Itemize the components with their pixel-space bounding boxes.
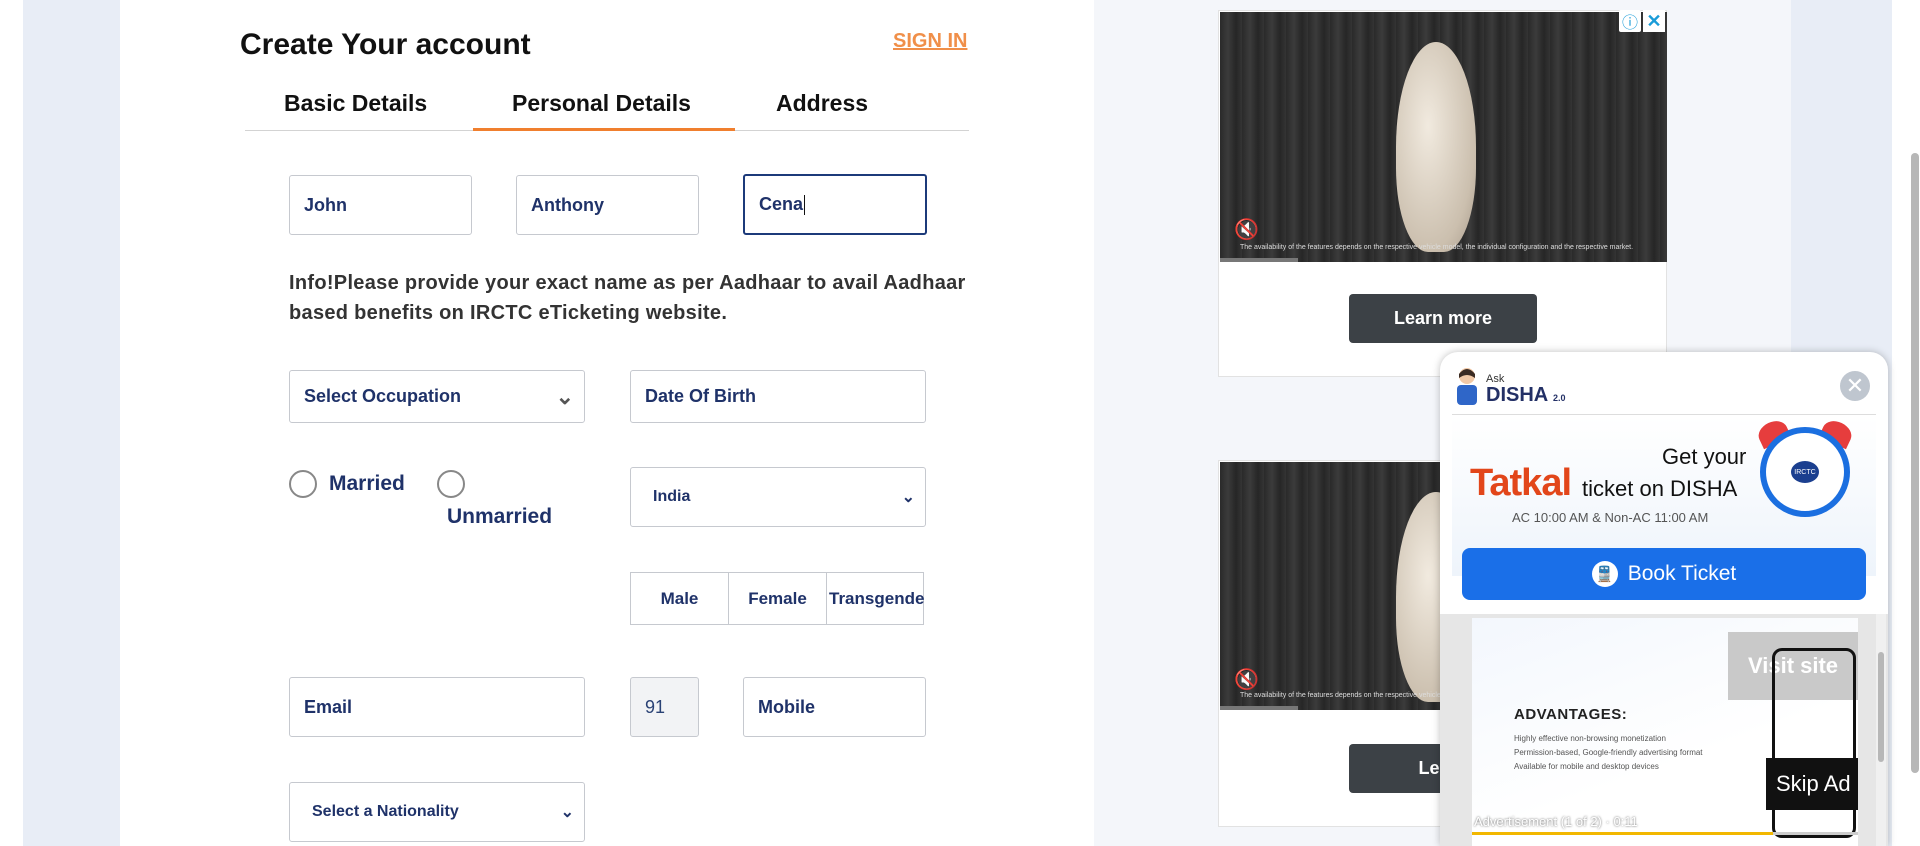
page-title: Create Your account <box>240 28 531 61</box>
occupation-placeholder: Select Occupation <box>304 386 462 406</box>
chevron-down-icon: ⌄ <box>560 804 574 821</box>
unmarried-radio[interactable] <box>437 470 465 498</box>
ad-progress-bar <box>1472 832 1858 835</box>
ad-disclaimer: The availability of the features depends… <box>1240 244 1634 251</box>
muted-speaker-icon[interactable]: 🔇 <box>1234 667 1260 691</box>
chevron-down-icon: ⌄ <box>901 489 915 506</box>
first-name-value: John <box>304 194 347 215</box>
middle-name-field[interactable]: Anthony <box>516 175 699 235</box>
occupation-select[interactable]: Select Occupation ⌄ <box>289 370 585 423</box>
disha-logo-name: DISHA <box>1486 384 1548 406</box>
ad-1-progress <box>1220 258 1298 262</box>
ad-video-seat-image <box>1396 42 1476 252</box>
banner-tatkal: Tatkal <box>1470 462 1572 504</box>
gender-selector: Male Female Transgende <box>630 572 924 625</box>
isd-code-value: 91 <box>645 696 666 717</box>
middle-name-value: Anthony <box>531 194 604 215</box>
registration-form-panel <box>120 0 1094 846</box>
banner-ticket-on: ticket on DISHA <box>1582 476 1738 501</box>
page-scrollbar-thumb[interactable] <box>1911 153 1919 773</box>
banner-get-your: Get your <box>1662 444 1747 469</box>
email-field[interactable]: Email <box>289 677 585 737</box>
tab-address[interactable]: Address <box>776 90 868 117</box>
text-cursor <box>804 194 806 215</box>
gender-female-option[interactable]: Female <box>729 573 827 624</box>
popup-scrollbar-thumb[interactable] <box>1878 652 1884 762</box>
last-name-field[interactable]: Cena <box>743 174 927 235</box>
disha-embedded-ad: Visit site ADVANTAGES: Highly effective … <box>1440 614 1888 846</box>
left-side-band <box>23 0 120 846</box>
skip-ad-button[interactable]: Skip Ad <box>1766 758 1858 810</box>
tab-personal-details[interactable]: Personal Details <box>512 90 691 117</box>
close-icon[interactable]: ✕ <box>1643 10 1665 32</box>
aadhaar-info-text: Info!Please provide your exact name as p… <box>289 272 966 324</box>
nationality-placeholder: Select a Nationality <box>312 803 459 820</box>
first-name-field[interactable]: John <box>289 175 472 235</box>
advantage-item: Permission-based, Google-friendly advert… <box>1514 748 1703 757</box>
ad-counter: Advertisement (1 of 2) · 0:11 <box>1474 814 1638 829</box>
nationality-select[interactable]: Select a Nationality ⌄ <box>289 782 585 842</box>
ad-1-video[interactable]: 🔇 The availability of the features depen… <box>1220 12 1667 262</box>
chevron-down-icon: ⌄ <box>555 383 574 409</box>
advantages-title: ADVANTAGES: <box>1514 706 1628 723</box>
learn-more-button[interactable]: Learn more <box>1349 294 1537 343</box>
ad-progress-fill <box>1472 832 1774 835</box>
country-select[interactable]: India ⌄ <box>630 467 926 527</box>
interstitial-ad[interactable]: Visit site ADVANTAGES: Highly effective … <box>1472 618 1858 846</box>
active-tab-indicator <box>473 128 735 131</box>
close-icon[interactable]: ✕ <box>1840 371 1870 401</box>
dob-placeholder: Date Of Birth <box>645 386 757 406</box>
disha-chat-popup: Ask DISHA 2.0 ✕ Get your Tatkal ticket o… <box>1440 352 1888 846</box>
country-value: India <box>653 488 691 505</box>
muted-speaker-icon[interactable]: 🔇 <box>1234 217 1260 241</box>
mobile-placeholder: Mobile <box>758 696 815 717</box>
unmarried-label: Unmarried <box>447 505 553 528</box>
advantage-item: Highly effective non-browsing monetizati… <box>1514 734 1666 743</box>
tab-basic-details[interactable]: Basic Details <box>284 90 427 117</box>
gender-male-option[interactable]: Male <box>631 573 729 624</box>
banner-timing: AC 10:00 AM & Non-AC 11:00 AM <box>1512 510 1709 525</box>
disha-avatar-icon <box>1457 368 1477 405</box>
train-icon: 🚆 <box>1591 561 1618 587</box>
alarm-clock-icon: IRCTC <box>1760 427 1850 517</box>
sign-in-link[interactable]: SIGN IN <box>893 30 967 53</box>
email-placeholder: Email <box>304 696 353 717</box>
disha-logo: DISHA 2.0 <box>1486 384 1566 407</box>
gender-transgender-option[interactable]: Transgende <box>827 573 927 624</box>
mobile-field[interactable]: Mobile <box>743 677 926 737</box>
married-label: Married <box>329 472 405 495</box>
advantage-item: Available for mobile and desktop devices <box>1514 762 1659 771</box>
isd-code-field: 91 <box>630 677 699 737</box>
last-name-value: Cena <box>759 194 804 214</box>
irctc-logo: IRCTC <box>1791 461 1819 483</box>
ad-2-progress <box>1220 706 1298 710</box>
book-ticket-button[interactable]: 🚆 Book Ticket <box>1462 548 1866 600</box>
disha-logo-version: 2.0 <box>1553 393 1566 403</box>
info-icon[interactable]: ⓘ <box>1619 10 1641 32</box>
left-gutter <box>0 0 23 846</box>
date-of-birth-field[interactable]: Date Of Birth <box>630 370 926 423</box>
married-radio[interactable] <box>289 470 317 498</box>
disha-divider <box>1452 414 1876 415</box>
book-ticket-label: Book Ticket <box>1627 562 1737 585</box>
